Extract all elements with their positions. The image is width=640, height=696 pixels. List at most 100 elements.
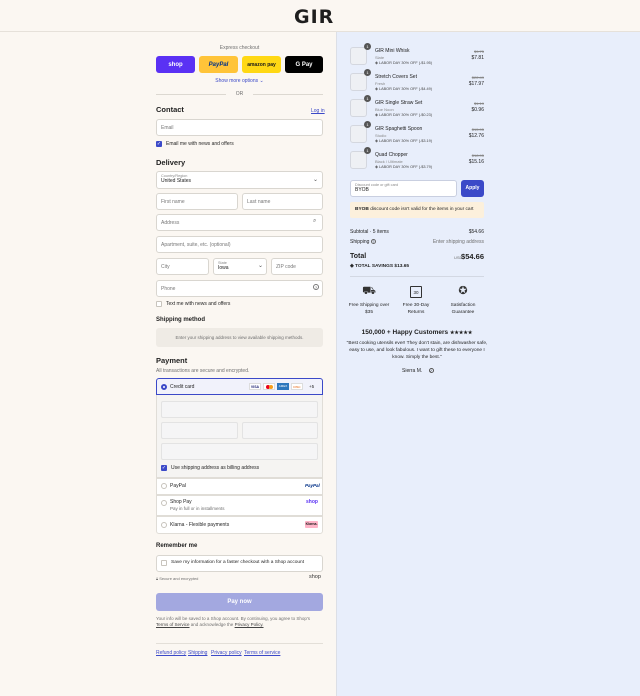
card-name-field[interactable] (161, 443, 318, 460)
item-discount: ◈ LABOR DAY 30% OFF (-$1.95) (375, 60, 432, 65)
lock-icon: 🔒︎ (156, 576, 159, 581)
subtotal-value: $54.66 (468, 229, 484, 235)
item-discount: ◈ LABOR DAY 30% OFF (-$3.79) (375, 164, 432, 169)
shipping-method-note: Enter your shipping address to view avai… (156, 328, 323, 347)
tag-icon: ◈ (375, 139, 378, 143)
item-old-price: $22.49 (471, 75, 484, 80)
text-offers-checkbox[interactable] (156, 301, 162, 307)
zip-field[interactable]: ZIP code (271, 258, 323, 275)
item-old-price: $1.19 (473, 101, 484, 106)
verified-check-icon: ✓ (428, 368, 434, 373)
amazon-pay-express-button[interactable]: amazon pay (242, 56, 281, 73)
show-more-label: Show more options (215, 78, 259, 84)
item-discount-text: LABOR DAY 30% OFF (-$1.95) (378, 61, 433, 65)
shop-text-logo: shop (309, 574, 321, 580)
brand-logo[interactable]: GIR (294, 6, 334, 28)
credit-card-label: Credit card (170, 384, 195, 390)
refund-policy-link[interactable]: Refund policy (156, 650, 186, 656)
tag-icon: ◈ (375, 87, 378, 91)
shipping-row: Shipping ? (350, 239, 376, 245)
testimonial-author: Sierra M. ✓ (402, 368, 434, 374)
divider-left (156, 94, 226, 95)
country-select[interactable]: Country/Region United States (156, 171, 323, 189)
apply-button[interactable]: Apply (461, 180, 484, 197)
terms-of-service-link[interactable]: Terms of Service (156, 622, 190, 627)
shipping-label: Shipping (350, 239, 370, 245)
billing-same-label: Use shipping address as billing address (171, 465, 260, 471)
warning-text: discount code isn't valid for the items … (370, 207, 474, 212)
item-discount-text: LABOR DAY 30% OFF (-$4.49) (378, 87, 433, 91)
pay-now-button[interactable]: Pay now (156, 593, 323, 611)
shop-pay-express-button[interactable]: shop (156, 56, 195, 73)
show-more-options-link[interactable]: Show more options ⌄ (156, 78, 323, 84)
item-old-price: $9.75 (473, 49, 484, 54)
perk-line: Free 30-Day (402, 303, 430, 308)
shipping-link[interactable]: Shipping (188, 650, 207, 656)
last-name-field[interactable]: Last name (242, 193, 323, 210)
footer-divider (156, 643, 323, 644)
save-info-label: Save my information for a faster checkou… (171, 560, 305, 565)
terms-of-service-footer-link[interactable]: Terms of service (244, 650, 280, 656)
shop-pay-sub: Pay in full or in installments (170, 506, 225, 511)
quantity-badge: 1 (364, 147, 371, 154)
country-value: United States (161, 178, 192, 184)
testimonial-quote: "Best cooking utensils ever! They don't … (346, 341, 488, 360)
tag-icon: ◈ (350, 264, 354, 269)
card-number-field[interactable] (161, 401, 318, 418)
mastercard-icon (263, 383, 275, 390)
billing-same-checkbox[interactable]: ✓ (161, 465, 167, 471)
item-discount: ◈ LABOR DAY 30% OFF (-$4.49) (375, 86, 432, 91)
privacy-policy-footer-link[interactable]: Privacy policy (211, 650, 242, 656)
secure-text: Secure and encrypted (159, 576, 199, 581)
help-icon[interactable]: ? (370, 239, 376, 244)
item-price: $17.97 (468, 81, 484, 87)
paypal-logo-icon: PayPal (305, 483, 320, 488)
klarna-logo-icon: Klarna. (305, 521, 318, 528)
discover-icon: DISC (291, 383, 303, 390)
first-name-field[interactable]: First name (156, 193, 238, 210)
help-icon[interactable]: ? (313, 284, 319, 290)
address-field[interactable]: Address (156, 214, 323, 231)
news-checkbox[interactable]: ✓ (156, 141, 162, 147)
perk-guarantee: Satisfaction Guarantee (437, 302, 489, 316)
shop-pay-radio[interactable] (161, 500, 167, 506)
card-cvc-field[interactable] (242, 422, 318, 439)
perk-line: Free Shipping over (348, 303, 390, 308)
apartment-field[interactable]: Apartment, suite, etc. (optional) (156, 236, 323, 253)
item-name: GIR Single Straw Set (375, 100, 423, 106)
item-discount-text: LABOR DAY 30% OFF (-$3.19) (378, 139, 433, 143)
login-link[interactable]: Log in (311, 108, 325, 114)
discount-code-field[interactable]: Discount code or gift card BYOB (350, 180, 457, 197)
item-name: GIR Spaghetti Spoon (375, 126, 423, 132)
delivery-title: Delivery (156, 158, 186, 167)
product-thumbnail (350, 99, 367, 117)
search-icon: ⌕ (313, 218, 317, 224)
paypal-radio[interactable] (161, 483, 167, 489)
visa-icon: VISA (249, 383, 261, 390)
credit-card-radio[interactable] (161, 384, 167, 390)
save-info-checkbox[interactable] (161, 560, 167, 566)
product-thumbnail (350, 125, 367, 143)
item-price: $7.81 (471, 55, 484, 61)
paypal-express-button[interactable]: PayPal (199, 56, 238, 73)
klarna-radio[interactable] (161, 522, 167, 528)
privacy-policy-link[interactable]: Privacy Policy. (235, 622, 264, 627)
item-price: $0.96 (471, 107, 484, 113)
shipping-value: Enter shipping address (432, 239, 484, 245)
phone-field[interactable]: Phone (156, 280, 323, 297)
card-expiry-field[interactable] (161, 422, 238, 439)
total-value: $54.66 (461, 252, 484, 261)
product-thumbnail (350, 47, 367, 65)
email-field[interactable]: Email (156, 119, 323, 136)
savings-label: TOTAL SAVINGS (355, 264, 394, 269)
chevron-down-icon: ⌄ (313, 177, 319, 183)
item-price: $15.16 (468, 159, 484, 165)
product-thumbnail (350, 73, 367, 91)
payment-subtitle: All transactions are secure and encrypte… (156, 368, 250, 374)
perk-shipping: Free Shipping over $35 (343, 302, 395, 316)
city-field[interactable]: City (156, 258, 209, 275)
google-pay-express-button[interactable]: G Pay (285, 56, 323, 73)
chevron-down-icon: ⌄ (258, 263, 264, 269)
amex-icon: AMEX (277, 383, 289, 390)
truck-icon: ⛟ (362, 285, 376, 297)
